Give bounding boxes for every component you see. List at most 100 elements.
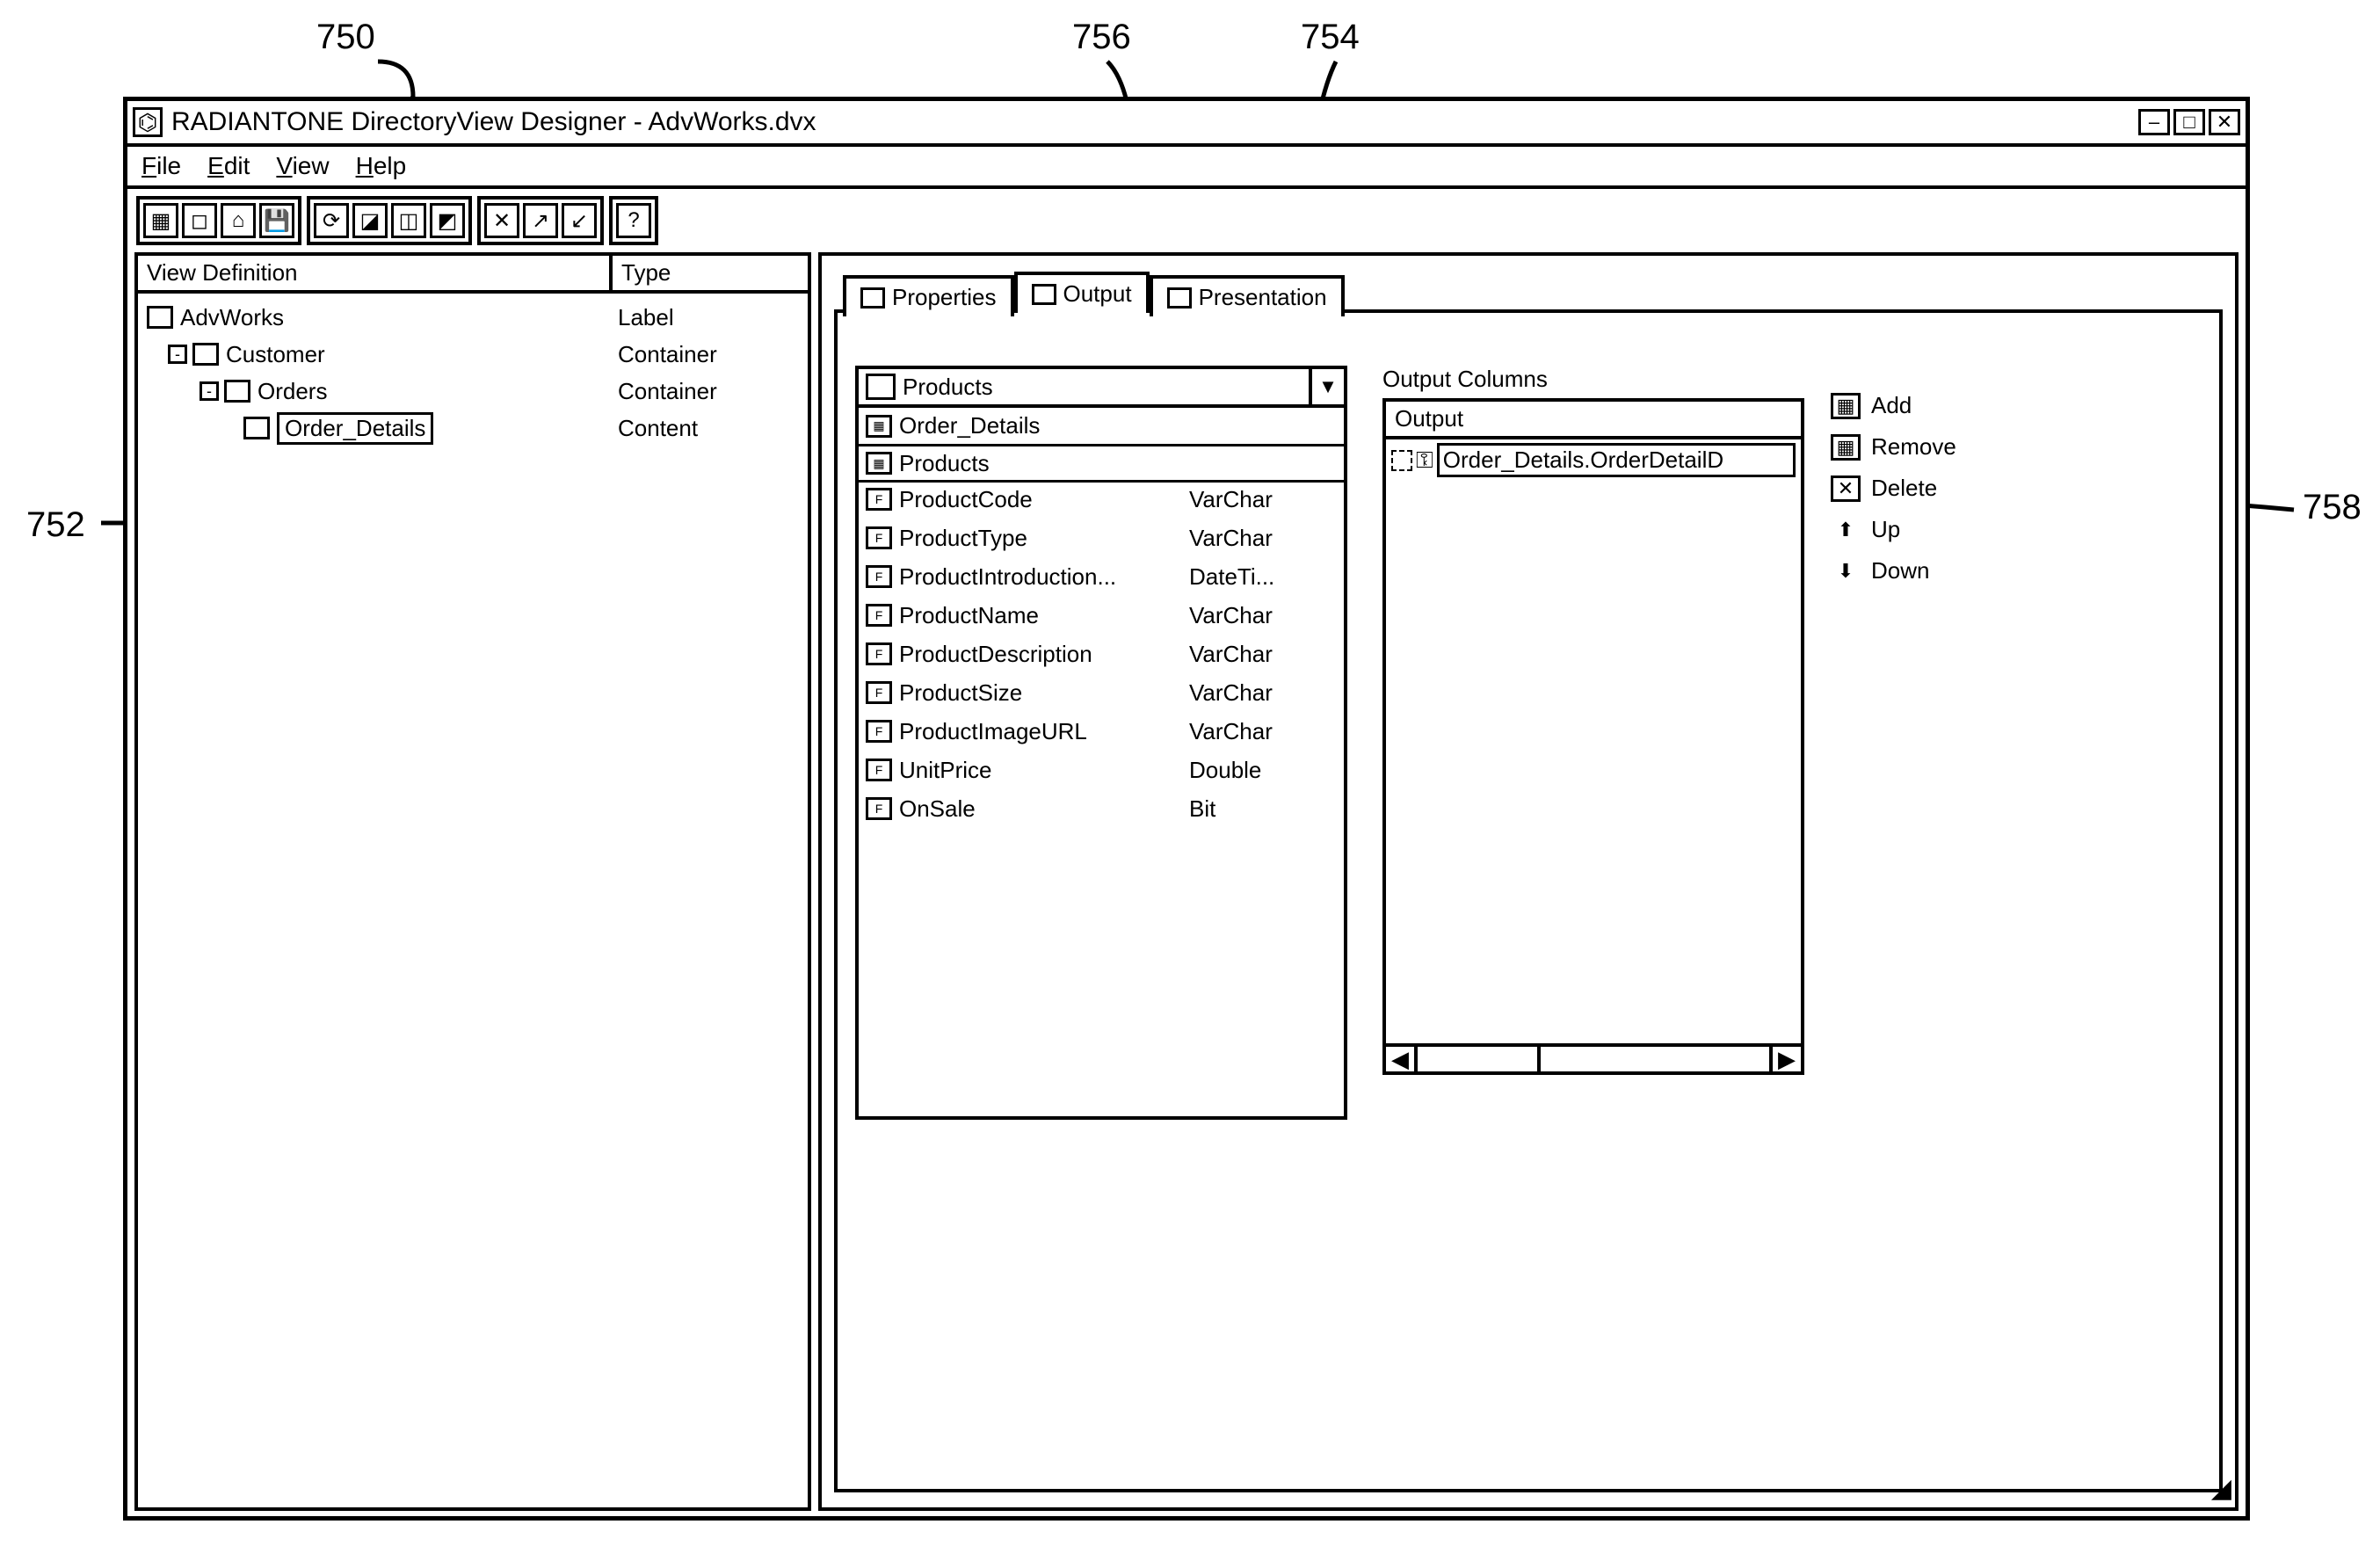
output-columns-label: Output Columns [1382, 366, 1804, 393]
tree-toggle-customer[interactable]: - [168, 345, 187, 364]
field-header-1[interactable]: Products [899, 450, 990, 477]
field-name: ProductName [899, 602, 1189, 629]
toolbar-btn-save[interactable]: 💾 [259, 203, 294, 238]
toolbar-btn-down[interactable]: ↙ [562, 203, 597, 238]
toolbar-btn-up[interactable]: ↗ [523, 203, 558, 238]
tree-node-orderdetails[interactable]: Order_Details [277, 412, 433, 445]
tree-header-type: Type [613, 256, 808, 290]
field-type: Bit [1189, 795, 1337, 823]
tree-panel: View Definition Type AdvWorks Label - [134, 252, 811, 1511]
field-row[interactable]: FProductTypeVarChar [859, 519, 1344, 557]
field-type: VarChar [1189, 641, 1337, 668]
toolbar-btn-delete[interactable]: ✕ [484, 203, 519, 238]
field-row[interactable]: FProductImageURLVarChar [859, 712, 1344, 751]
tab-properties[interactable]: Properties [843, 275, 1014, 316]
field-icon: F [866, 565, 892, 588]
scroll-left-button[interactable]: ◀ [1386, 1047, 1418, 1071]
field-icon: F [866, 720, 892, 743]
minimize-button[interactable]: – [2138, 109, 2170, 135]
menu-edit[interactable]: Edit [207, 152, 250, 180]
app-window: ⌬ RADIANTONE DirectoryView Designer - Ad… [123, 97, 2250, 1521]
action-add-label: Add [1871, 392, 1912, 419]
action-up[interactable]: ⬆ Up [1831, 516, 1956, 543]
tree-node-orders[interactable]: Orders [258, 378, 327, 405]
field-row[interactable]: FProductSizeVarChar [859, 673, 1344, 712]
field-type: VarChar [1189, 602, 1337, 629]
output-icon [1032, 284, 1056, 305]
field-type: VarChar [1189, 679, 1337, 707]
field-header-0[interactable]: Order_Details [899, 412, 1040, 439]
toolbar-btn-refresh[interactable]: ⟳ [314, 203, 349, 238]
toolbar-btn-6[interactable]: ◪ [352, 203, 388, 238]
field-row[interactable]: FProductIntroduction...DateTi... [859, 557, 1344, 596]
toolbar-btn-7[interactable]: ◫ [391, 203, 426, 238]
action-remove[interactable]: ▦ Remove [1831, 433, 1956, 461]
field-name: ProductCode [899, 486, 1189, 513]
output-item-0[interactable]: ⚿ Order_Details.OrderDetailD [1386, 439, 1801, 481]
output-list-header: Output [1386, 402, 1801, 439]
field-icon: F [866, 642, 892, 665]
toolbar-btn-new[interactable]: ◻ [182, 203, 217, 238]
folder-icon [147, 306, 173, 329]
field-row[interactable]: FUnitPriceDouble [859, 751, 1344, 789]
toolbar-btn-8[interactable]: ◩ [430, 203, 465, 238]
tab-presentation-label: Presentation [1199, 284, 1327, 311]
properties-icon [860, 287, 885, 309]
scroll-right-button[interactable]: ▶ [1769, 1047, 1801, 1071]
table-icon: ▦ [866, 415, 892, 438]
action-down[interactable]: ⬇ Down [1831, 557, 1956, 584]
menu-help[interactable]: Help [356, 152, 407, 180]
resize-grip[interactable]: ◢ [2211, 1473, 2231, 1504]
action-down-label: Down [1871, 557, 1929, 584]
toolbar-btn-help[interactable]: ? [616, 203, 651, 238]
field-type: VarChar [1189, 718, 1337, 745]
menu-view[interactable]: View [276, 152, 329, 180]
field-icon: F [866, 526, 892, 549]
field-icon: F [866, 797, 892, 820]
field-row[interactable]: FOnSaleBit [859, 789, 1344, 828]
toolbar: ▦ ◻ ⌂ 💾 ⟳ ◪ ◫ ◩ ✕ ↗ ↙ ? [127, 189, 2246, 252]
callout-756: 756 [1072, 18, 1131, 57]
delete-icon: ✕ [1831, 475, 1861, 502]
table-icon [866, 374, 896, 400]
field-icon: F [866, 488, 892, 511]
field-name: UnitPrice [899, 757, 1189, 784]
tree-type-2: Container [613, 378, 771, 405]
tree-toggle-orders[interactable]: - [200, 381, 219, 401]
field-row[interactable]: F ProductCodeVarChar [859, 480, 1344, 519]
add-icon: ▦ [1831, 393, 1861, 419]
scroll-thumb[interactable] [1418, 1047, 1541, 1071]
field-name: ProductType [899, 525, 1189, 552]
field-row[interactable]: FProductNameVarChar [859, 596, 1344, 635]
field-icon: F [866, 681, 892, 704]
up-arrow-icon: ⬆ [1831, 517, 1861, 543]
action-add[interactable]: ▦ Add [1831, 392, 1956, 419]
field-name: ProductDescription [899, 641, 1189, 668]
action-delete[interactable]: ✕ Delete [1831, 475, 1956, 502]
checkbox-icon [1391, 450, 1412, 471]
field-type: VarChar [1189, 486, 1337, 513]
tree-node-customer[interactable]: Customer [226, 341, 325, 368]
horizontal-scrollbar[interactable]: ◀ ▶ [1386, 1043, 1801, 1071]
toolbar-btn-1[interactable]: ▦ [143, 203, 178, 238]
menu-file[interactable]: File [141, 152, 181, 180]
field-row[interactable]: F ProductDescriptionVarChar [859, 635, 1344, 673]
tab-presentation[interactable]: Presentation [1150, 275, 1345, 316]
table-combo[interactable]: Products ▼ [855, 366, 1347, 408]
combo-value: Products [903, 374, 1309, 401]
tab-output[interactable]: Output [1014, 272, 1150, 313]
tree-node-advworks[interactable]: AdvWorks [180, 304, 284, 331]
toolbar-btn-open[interactable]: ⌂ [221, 203, 256, 238]
close-button[interactable]: ✕ [2209, 109, 2240, 135]
maximize-button[interactable]: □ [2173, 109, 2205, 135]
app-icon: ⌬ [133, 107, 163, 137]
combo-dropdown-button[interactable]: ▼ [1309, 369, 1344, 404]
callout-754: 754 [1301, 18, 1360, 57]
folder-icon [224, 380, 250, 403]
window-title: RADIANTONE DirectoryView Designer - AdvW… [171, 107, 2138, 137]
titlebar: ⌬ RADIANTONE DirectoryView Designer - Ad… [127, 101, 2246, 147]
field-icon: F [866, 759, 892, 781]
action-delete-label: Delete [1871, 475, 1937, 502]
folder-icon [192, 343, 219, 366]
menubar: File Edit View Help [127, 147, 2246, 189]
